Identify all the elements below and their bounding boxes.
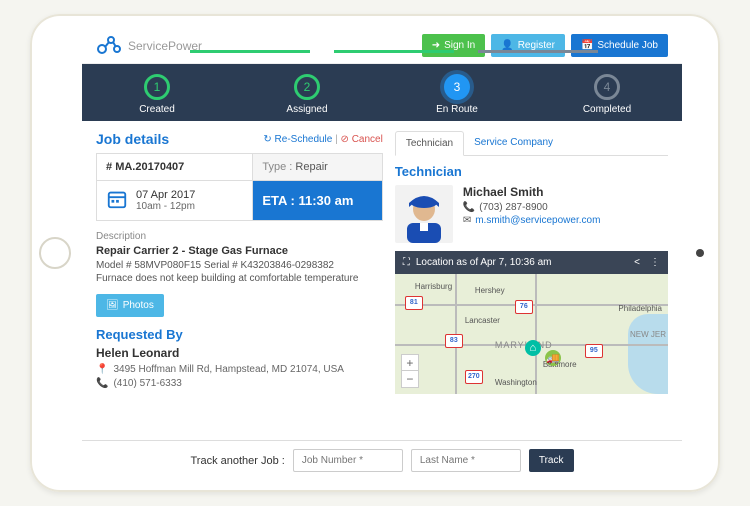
- menu-icon[interactable]: ⋮: [650, 257, 660, 268]
- content: Job details ↻ Re-Schedule | ⊘ Cancel # M…: [82, 121, 682, 394]
- step-label: En Route: [382, 104, 532, 115]
- brand-logo-icon: [96, 35, 122, 57]
- calendar-icon: [106, 188, 128, 213]
- home-button[interactable]: [39, 237, 71, 269]
- description-label: Description: [96, 231, 383, 242]
- description-title: Repair Carrier 2 - Stage Gas Furnace: [96, 245, 383, 257]
- track-bar: Track another Job : Track: [82, 440, 682, 480]
- job-action-links: ↻ Re-Schedule | ⊘ Cancel: [263, 134, 382, 145]
- step-number: 3: [444, 74, 470, 100]
- map-zoom: + −: [401, 354, 419, 388]
- city-washington: Washington: [495, 378, 537, 387]
- requester-address: 📍 3495 Hoffman Mill Rd, Hampstead, MD 21…: [96, 364, 383, 375]
- step-number: 4: [594, 74, 620, 100]
- technician-avatar: [395, 185, 453, 243]
- step-number: 1: [144, 74, 170, 100]
- brand: ServicePower: [96, 35, 202, 57]
- step-assigned: 2 Assigned: [232, 74, 382, 115]
- technician-email[interactable]: ✉ m.smith@servicepower.com: [463, 215, 601, 226]
- track-button[interactable]: Track: [529, 449, 574, 472]
- info-tabs: Technician Service Company: [395, 131, 668, 156]
- job-number: # MA.20170407: [97, 154, 252, 181]
- description-model: Model # 58MVP080F15 Serial # K43203846-0…: [96, 260, 383, 271]
- tablet-frame: ServicePower ➜ Sign In 👤 Register 📅 Sche…: [30, 14, 720, 492]
- tab-technician[interactable]: Technician: [395, 131, 464, 156]
- requested-by-heading: Requested By: [96, 327, 383, 342]
- description-issue: Furnace does not keep building at comfor…: [96, 273, 383, 284]
- last-name-input[interactable]: [411, 449, 521, 472]
- job-type: Type : Repair: [252, 154, 381, 181]
- job-date: 07 Apr 2017: [136, 189, 195, 201]
- header-actions: ➜ Sign In 👤 Register 📅 Schedule Job: [422, 34, 668, 57]
- tab-service-company[interactable]: Service Company: [464, 131, 563, 155]
- shield-83: 83: [445, 334, 463, 348]
- city-harrisburg: Harrisburg: [415, 282, 452, 291]
- share-icon[interactable]: <: [634, 257, 640, 268]
- job-info-table: # MA.20170407 Type : Repair 07 Apr 2017 …: [96, 153, 383, 221]
- topbar: ServicePower ➜ Sign In 👤 Register 📅 Sche…: [82, 26, 682, 64]
- technician-phone: 📞 (703) 287-8900: [463, 202, 601, 213]
- shield-270: 270: [465, 370, 483, 384]
- camera-dot: [696, 249, 704, 257]
- requester-phone: 📞 (410) 571-6333: [96, 378, 383, 389]
- technician-pin[interactable]: 🚚: [545, 350, 561, 366]
- state-maryland: MARYLAND: [495, 340, 553, 350]
- home-pin[interactable]: ⌂: [525, 340, 541, 356]
- photos-label: Photos: [123, 300, 154, 311]
- job-details-title: Job details: [96, 131, 169, 147]
- job-eta: ETA : 11:30 am: [252, 181, 381, 220]
- technician-heading: Technician: [395, 164, 668, 179]
- shield-76: 76: [515, 300, 533, 314]
- technician-name: Michael Smith: [463, 185, 601, 199]
- progress-line-3: [478, 50, 598, 53]
- step-completed: 4 Completed: [532, 74, 682, 115]
- job-schedule: 07 Apr 2017 10am - 12pm: [97, 181, 252, 220]
- zoom-out-button[interactable]: −: [402, 371, 418, 387]
- mail-icon: ✉: [463, 215, 471, 226]
- city-hershey: Hershey: [475, 286, 505, 295]
- step-created: 1 Created: [82, 74, 232, 115]
- schedule-job-button[interactable]: 📅 Schedule Job: [571, 34, 668, 57]
- reschedule-link[interactable]: ↻ Re-Schedule: [263, 134, 332, 145]
- city-philadelphia: Philadelphia: [618, 304, 662, 313]
- cancel-link[interactable]: ⊘ Cancel: [341, 134, 383, 145]
- job-window: 10am - 12pm: [136, 201, 195, 212]
- phone-icon: 📞: [463, 202, 475, 213]
- step-label: Completed: [532, 104, 682, 115]
- left-column: Job details ↻ Re-Schedule | ⊘ Cancel # M…: [96, 131, 383, 394]
- progress-line-2: [334, 50, 454, 53]
- register-button[interactable]: 👤 Register: [491, 34, 565, 57]
- step-label: Created: [82, 104, 232, 115]
- state-newjersey: NEW JER: [630, 330, 666, 339]
- step-enroute: 3 En Route: [382, 74, 532, 115]
- shield-81: 81: [405, 296, 423, 310]
- schedule-label: Schedule Job: [597, 40, 658, 51]
- map-header: ⛶ Location as of Apr 7, 10:36 am < ⋮: [395, 251, 668, 274]
- right-column: Technician Service Company Technician Mi…: [395, 131, 668, 394]
- progress-line-1: [190, 50, 310, 53]
- shield-95: 95: [585, 344, 603, 358]
- photo-icon: 🖼: [106, 300, 119, 311]
- technician-card: Michael Smith 📞 (703) 287-8900 ✉ m.smith…: [395, 185, 668, 243]
- map-header-text: Location as of Apr 7, 10:36 am: [416, 257, 552, 268]
- requester-name: Helen Leonard: [96, 346, 383, 360]
- zoom-in-button[interactable]: +: [402, 355, 418, 371]
- step-number: 2: [294, 74, 320, 100]
- map-canvas[interactable]: Harrisburg Hershey Lancaster Philadelphi…: [395, 274, 668, 394]
- pin-icon: 📍: [96, 364, 108, 375]
- track-label: Track another Job :: [191, 455, 285, 467]
- expand-icon[interactable]: ⛶: [403, 257, 410, 268]
- app-screen: ServicePower ➜ Sign In 👤 Register 📅 Sche…: [82, 26, 682, 480]
- step-label: Assigned: [232, 104, 382, 115]
- photos-button[interactable]: 🖼 Photos: [96, 294, 164, 317]
- phone-icon: 📞: [96, 378, 108, 389]
- signin-button[interactable]: ➜ Sign In: [422, 34, 486, 57]
- job-number-input[interactable]: [293, 449, 403, 472]
- city-lancaster: Lancaster: [465, 316, 500, 325]
- progress-bar: 1 Created 2 Assigned 3 En Route 4 Comple…: [82, 64, 682, 121]
